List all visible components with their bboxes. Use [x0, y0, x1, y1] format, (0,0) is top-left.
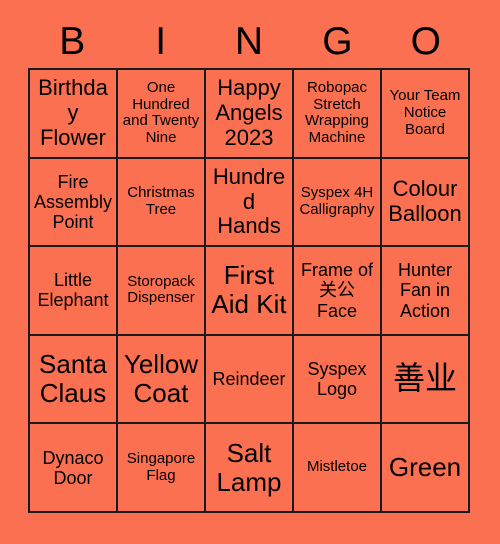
bingo-cell-label: Reindeer [212, 369, 286, 390]
bingo-cell-r3c3[interactable]: First Aid Kit [206, 247, 294, 336]
bingo-cell-r3c5[interactable]: Hunter Fan in Action [382, 247, 470, 336]
bingo-header-letter-o: O [410, 19, 441, 63]
bingo-cell-label: Frame of 关公 Face [300, 260, 374, 321]
bingo-cell-label: Birthday Flower [38, 75, 108, 150]
bingo-cell-r1c3[interactable]: Happy Angels 2023 [206, 70, 294, 159]
bingo-cell-label: Happy Angels 2023 [215, 75, 283, 150]
bingo-cell-r1c4[interactable]: Robopac Stretch Wrapping Machine [294, 70, 382, 159]
bingo-cell-r4c5[interactable]: 善业 [382, 335, 470, 425]
bingo-cell-r5c5[interactable]: Green [382, 424, 470, 513]
bingo-cell-label: 善业 [392, 360, 457, 397]
bingo-cell-label: Hundred Hands [212, 163, 286, 239]
bingo-cell-label: Santa Claus [39, 348, 107, 409]
bingo-cell-r4c3[interactable]: Reindeer [206, 335, 294, 425]
bingo-cell-r3c4[interactable]: Frame of 关公 Face [294, 247, 382, 336]
bingo-cell-label: Robopac Stretch Wrapping Machine [305, 78, 369, 147]
bingo-cell-label: First Aid Kit [211, 260, 287, 320]
bingo-cell-label: Little Elephant [37, 270, 109, 311]
bingo-cell-label: One Hundred and Twenty Nine [122, 78, 200, 147]
bingo-cell-label: Christmas Tree [127, 184, 195, 218]
bingo-cell-r1c5[interactable]: Your Team Notice Board [382, 70, 470, 159]
bingo-cell-label: Mistletoe [306, 458, 368, 476]
bingo-cell-r5c3[interactable]: Salt Lamp [206, 424, 294, 513]
bingo-cell-r1c1[interactable]: Birthday Flower [30, 70, 118, 159]
bingo-cell-r5c4[interactable]: Mistletoe [294, 424, 382, 513]
bingo-cell-r1c2[interactable]: One Hundred and Twenty Nine [118, 70, 206, 159]
bingo-cell-label: Syspex Logo [307, 358, 367, 400]
bingo-cell-r4c4[interactable]: Syspex Logo [294, 335, 382, 425]
bingo-cell-label: Fire Assembly Point [33, 171, 113, 232]
bingo-grid: Birthday Flower One Hundred and Twenty Ni… [28, 68, 470, 513]
bingo-cell-r3c1[interactable]: Little Elephant [30, 247, 118, 336]
bingo-header-letter-b: B [59, 19, 86, 63]
bingo-cell-r5c2[interactable]: Singapore Flag [118, 424, 206, 513]
bingo-header-row: B I N G O [28, 14, 470, 68]
bingo-cell-label: Dynaco Door [42, 447, 104, 488]
bingo-card: B I N G O Birthday Flower One Hundred and… [0, 0, 500, 544]
bingo-cell-r5c1[interactable]: Dynaco Door [30, 424, 118, 513]
bingo-cell-label: Yellow Coat [123, 348, 199, 409]
bingo-cell-label: Storopack Dispenser [127, 272, 195, 307]
bingo-header-letter-i: I [155, 19, 167, 63]
bingo-cell-r2c4[interactable]: Syspex 4H Calligraphy [294, 158, 382, 248]
bingo-cell-label: Salt Lamp [216, 437, 282, 497]
bingo-header-letter-n: N [234, 19, 264, 63]
bingo-cell-r2c2[interactable]: Christmas Tree [118, 158, 206, 248]
bingo-cell-label: Singapore Flag [126, 449, 196, 484]
bingo-cell-r2c3[interactable]: Hundred Hands [206, 158, 294, 248]
bingo-cell-r4c1[interactable]: Santa Claus [30, 335, 118, 425]
bingo-cell-label: Hunter Fan in Action [397, 260, 453, 321]
bingo-cell-label: Colour Balloon [388, 176, 462, 226]
bingo-cell-r2c5[interactable]: Colour Balloon [382, 158, 470, 248]
bingo-header-letter-g: G [322, 19, 353, 63]
bingo-cell-label: Green [388, 452, 462, 483]
bingo-cell-r2c1[interactable]: Fire Assembly Point [30, 158, 118, 248]
bingo-cell-r3c2[interactable]: Storopack Dispenser [118, 247, 206, 336]
bingo-cell-label: Your Team Notice Board [389, 87, 461, 138]
bingo-cell-label: Syspex 4H Calligraphy [299, 184, 375, 218]
bingo-cell-r4c2[interactable]: Yellow Coat [118, 335, 206, 425]
